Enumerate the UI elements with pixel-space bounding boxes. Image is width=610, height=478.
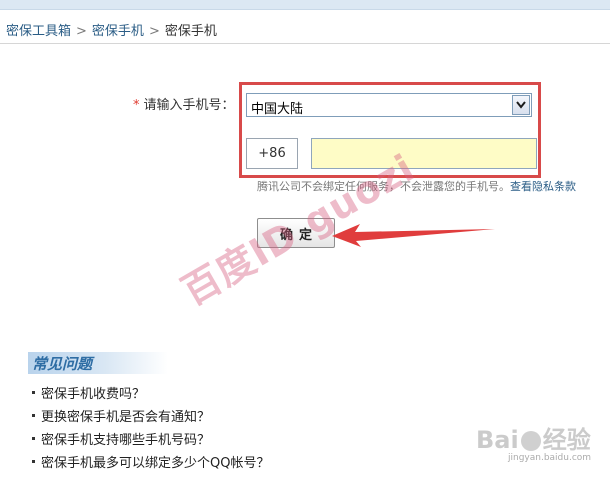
bullet-icon bbox=[32, 460, 35, 463]
chevron-down-icon bbox=[516, 101, 526, 109]
baidu-jingyan-url: jingyan.baidu.com bbox=[508, 453, 592, 463]
region-dropdown-button[interactable] bbox=[512, 95, 530, 115]
faq-item-text[interactable]: 密保手机最多可以绑定多少个QQ帐号？ bbox=[41, 456, 269, 471]
paw-icon bbox=[520, 431, 541, 451]
faq-item-text[interactable]: 密保手机收费吗？ bbox=[41, 387, 145, 402]
baidu-jingyan-logo: Bai 经验 bbox=[476, 420, 591, 455]
top-bar bbox=[0, 0, 610, 10]
faq-item[interactable]: 更换密保手机是否会有通知？ bbox=[32, 409, 269, 432]
breadcrumb: 密保工具箱 > 密保手机 > 密保手机 bbox=[6, 20, 217, 39]
faq-list: 密保手机收费吗？ 更换密保手机是否会有通知？ 密保手机支持哪些手机号码？ 密保手… bbox=[32, 386, 269, 478]
logo-text-left: Bai bbox=[476, 426, 519, 454]
region-select-value: 中国大陆 bbox=[251, 102, 304, 117]
faq-item[interactable]: 密保手机收费吗？ bbox=[32, 386, 269, 409]
breadcrumb-item-current: 密保手机 bbox=[164, 24, 217, 39]
country-code-box: +86 bbox=[246, 138, 298, 169]
phone-label-text: 请输入手机号： bbox=[143, 98, 235, 113]
breadcrumb-separator: > bbox=[76, 24, 87, 39]
required-mark: * bbox=[133, 98, 140, 113]
breadcrumb-divider bbox=[0, 43, 610, 44]
bullet-icon bbox=[32, 391, 35, 394]
faq-item[interactable]: 密保手机支持哪些手机号码？ bbox=[32, 432, 269, 455]
region-select[interactable]: 中国大陆 bbox=[246, 93, 532, 117]
faq-item-text[interactable]: 更换密保手机是否会有通知？ bbox=[41, 410, 210, 425]
breadcrumb-item-toolbox[interactable]: 密保工具箱 bbox=[6, 24, 71, 39]
faq-title: 常见问题 bbox=[32, 355, 93, 373]
faq-item[interactable]: 密保手机最多可以绑定多少个QQ帐号？ bbox=[32, 455, 269, 478]
faq-item-text[interactable]: 密保手机支持哪些手机号码？ bbox=[41, 433, 210, 448]
red-arrow-icon bbox=[332, 224, 495, 247]
bullet-icon bbox=[32, 414, 35, 417]
bullet-icon bbox=[32, 437, 35, 440]
breadcrumb-item-secure-phone[interactable]: 密保手机 bbox=[92, 24, 144, 39]
phone-number-input[interactable] bbox=[311, 138, 537, 169]
breadcrumb-separator: > bbox=[148, 24, 160, 39]
privacy-terms-link[interactable]: 查看隐私条款 bbox=[510, 180, 576, 193]
logo-text-right: 经验 bbox=[542, 426, 591, 454]
phone-label: * 请输入手机号： bbox=[133, 94, 235, 113]
